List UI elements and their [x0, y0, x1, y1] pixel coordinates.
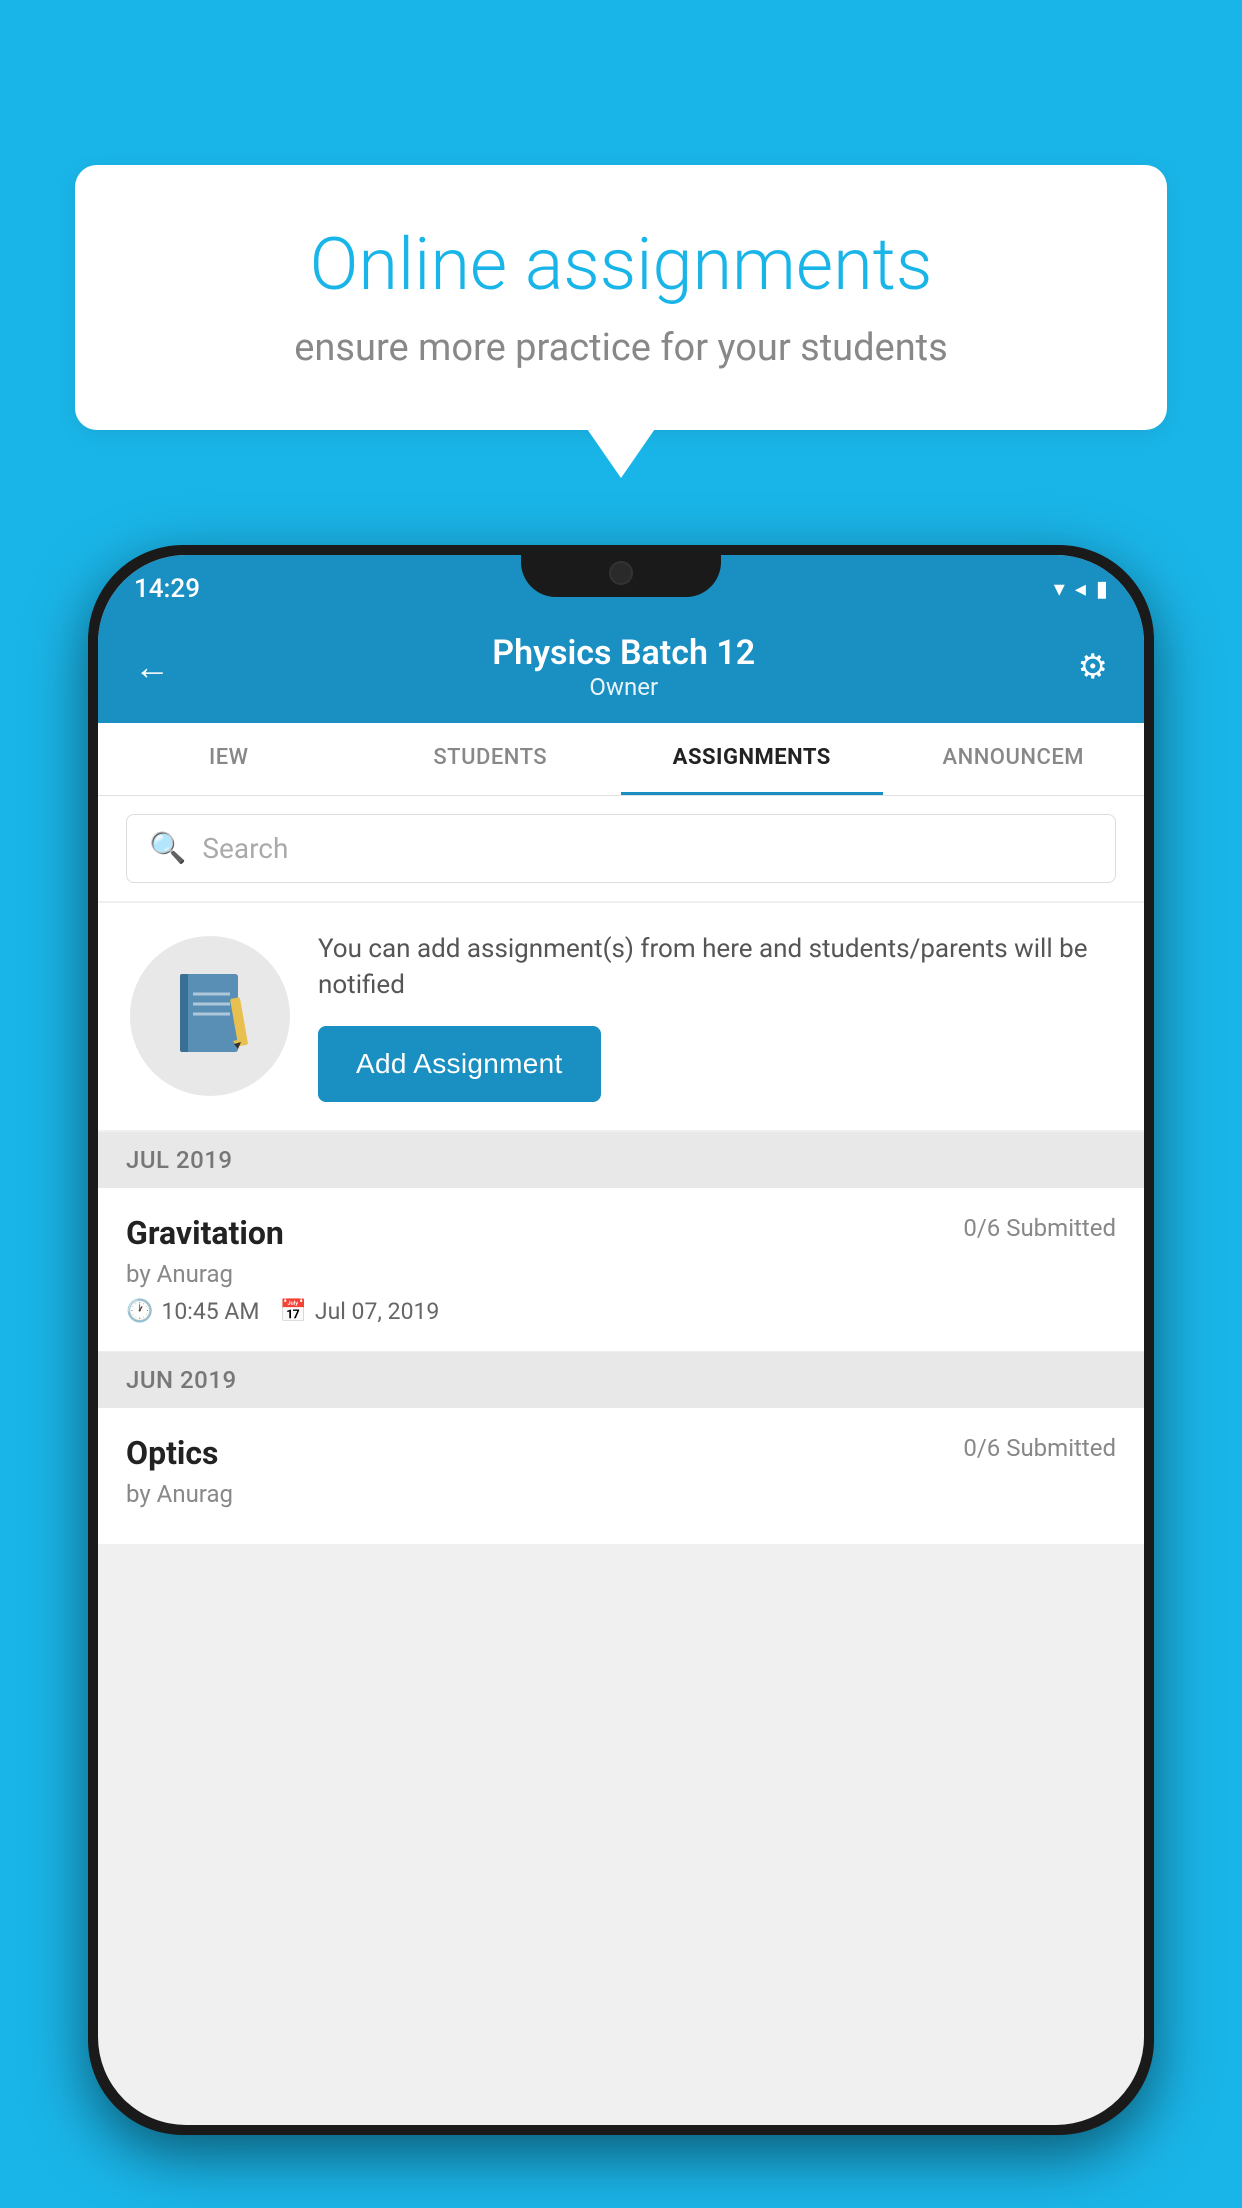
promo-text-area: You can add assignment(s) from here and … — [318, 931, 1112, 1102]
tab-assignments[interactable]: ASSIGNMENTS — [621, 723, 883, 795]
tabs-bar: IEW STUDENTS ASSIGNMENTS ANNOUNCEM — [98, 723, 1144, 796]
section-jul-label: JUL 2019 — [126, 1146, 233, 1174]
back-button[interactable]: ← — [134, 646, 170, 688]
status-icons: ▾ ◂ ▮ — [1054, 577, 1108, 602]
assignment-author-optics: by Anurag — [126, 1480, 1116, 1508]
tab-announcements[interactable]: ANNOUNCEM — [883, 723, 1145, 795]
phone-camera — [609, 561, 633, 585]
settings-icon[interactable]: ⚙ — [1078, 647, 1108, 687]
assignment-row-top: Gravitation 0/6 Submitted — [126, 1214, 1116, 1252]
notebook-svg-icon — [168, 969, 253, 1064]
assignment-title-gravitation: Gravitation — [126, 1214, 284, 1252]
section-jul-2019: JUL 2019 — [98, 1132, 1144, 1188]
section-jun-2019: JUN 2019 — [98, 1352, 1144, 1408]
search-placeholder: Search — [202, 832, 288, 865]
phone-screen: 14:29 ▾ ◂ ▮ ← Physics Batch 12 Owner ⚙ I… — [98, 555, 1144, 2125]
add-assignment-button[interactable]: Add Assignment — [318, 1026, 601, 1102]
phone-wrapper: 14:29 ▾ ◂ ▮ ← Physics Batch 12 Owner ⚙ I… — [88, 545, 1154, 2135]
header-title: Physics Batch 12 — [170, 633, 1078, 673]
search-icon: 🔍 — [149, 831, 186, 866]
speech-bubble-area: Online assignments ensure more practice … — [75, 165, 1167, 430]
calendar-icon: 📅 — [279, 1299, 306, 1324]
search-container: 🔍 Search — [98, 796, 1144, 901]
clock-icon: 🕐 — [126, 1299, 153, 1324]
speech-bubble-subtitle: ensure more practice for your students — [145, 326, 1097, 370]
assignment-date-text: Jul 07, 2019 — [315, 1298, 439, 1325]
status-time: 14:29 — [134, 574, 200, 604]
app-header: ← Physics Batch 12 Owner ⚙ — [98, 615, 1144, 723]
assignment-time-gravitation: 🕐 10:45 AM — [126, 1298, 259, 1325]
assignment-gravitation[interactable]: Gravitation 0/6 Submitted by Anurag 🕐 10… — [98, 1188, 1144, 1352]
search-box[interactable]: 🔍 Search — [126, 814, 1116, 883]
assignment-optics-row-top: Optics 0/6 Submitted — [126, 1434, 1116, 1472]
assignment-meta-gravitation: 🕐 10:45 AM 📅 Jul 07, 2019 — [126, 1298, 1116, 1325]
assignment-submitted-optics: 0/6 Submitted — [963, 1434, 1116, 1462]
speech-bubble-title: Online assignments — [145, 225, 1097, 304]
promo-card: You can add assignment(s) from here and … — [98, 903, 1144, 1130]
assignment-time-text: 10:45 AM — [161, 1298, 259, 1325]
signal-icon: ◂ — [1075, 577, 1086, 602]
header-title-area: Physics Batch 12 Owner — [170, 633, 1078, 701]
tab-iew[interactable]: IEW — [98, 723, 360, 795]
header-subtitle: Owner — [170, 673, 1078, 701]
tab-students[interactable]: STUDENTS — [360, 723, 622, 795]
assignment-submitted-gravitation: 0/6 Submitted — [963, 1214, 1116, 1242]
assignment-title-optics: Optics — [126, 1434, 218, 1472]
assignment-date-gravitation: 📅 Jul 07, 2019 — [279, 1298, 439, 1325]
promo-icon-circle — [130, 936, 290, 1096]
battery-icon: ▮ — [1096, 577, 1108, 602]
speech-bubble: Online assignments ensure more practice … — [75, 165, 1167, 430]
wifi-icon: ▾ — [1054, 577, 1065, 602]
phone-notch — [521, 545, 721, 597]
assignment-optics[interactable]: Optics 0/6 Submitted by Anurag — [98, 1408, 1144, 1545]
promo-description: You can add assignment(s) from here and … — [318, 931, 1112, 1004]
phone-frame: 14:29 ▾ ◂ ▮ ← Physics Batch 12 Owner ⚙ I… — [88, 545, 1154, 2135]
assignment-author-gravitation: by Anurag — [126, 1260, 1116, 1288]
section-jun-label: JUN 2019 — [126, 1366, 237, 1394]
